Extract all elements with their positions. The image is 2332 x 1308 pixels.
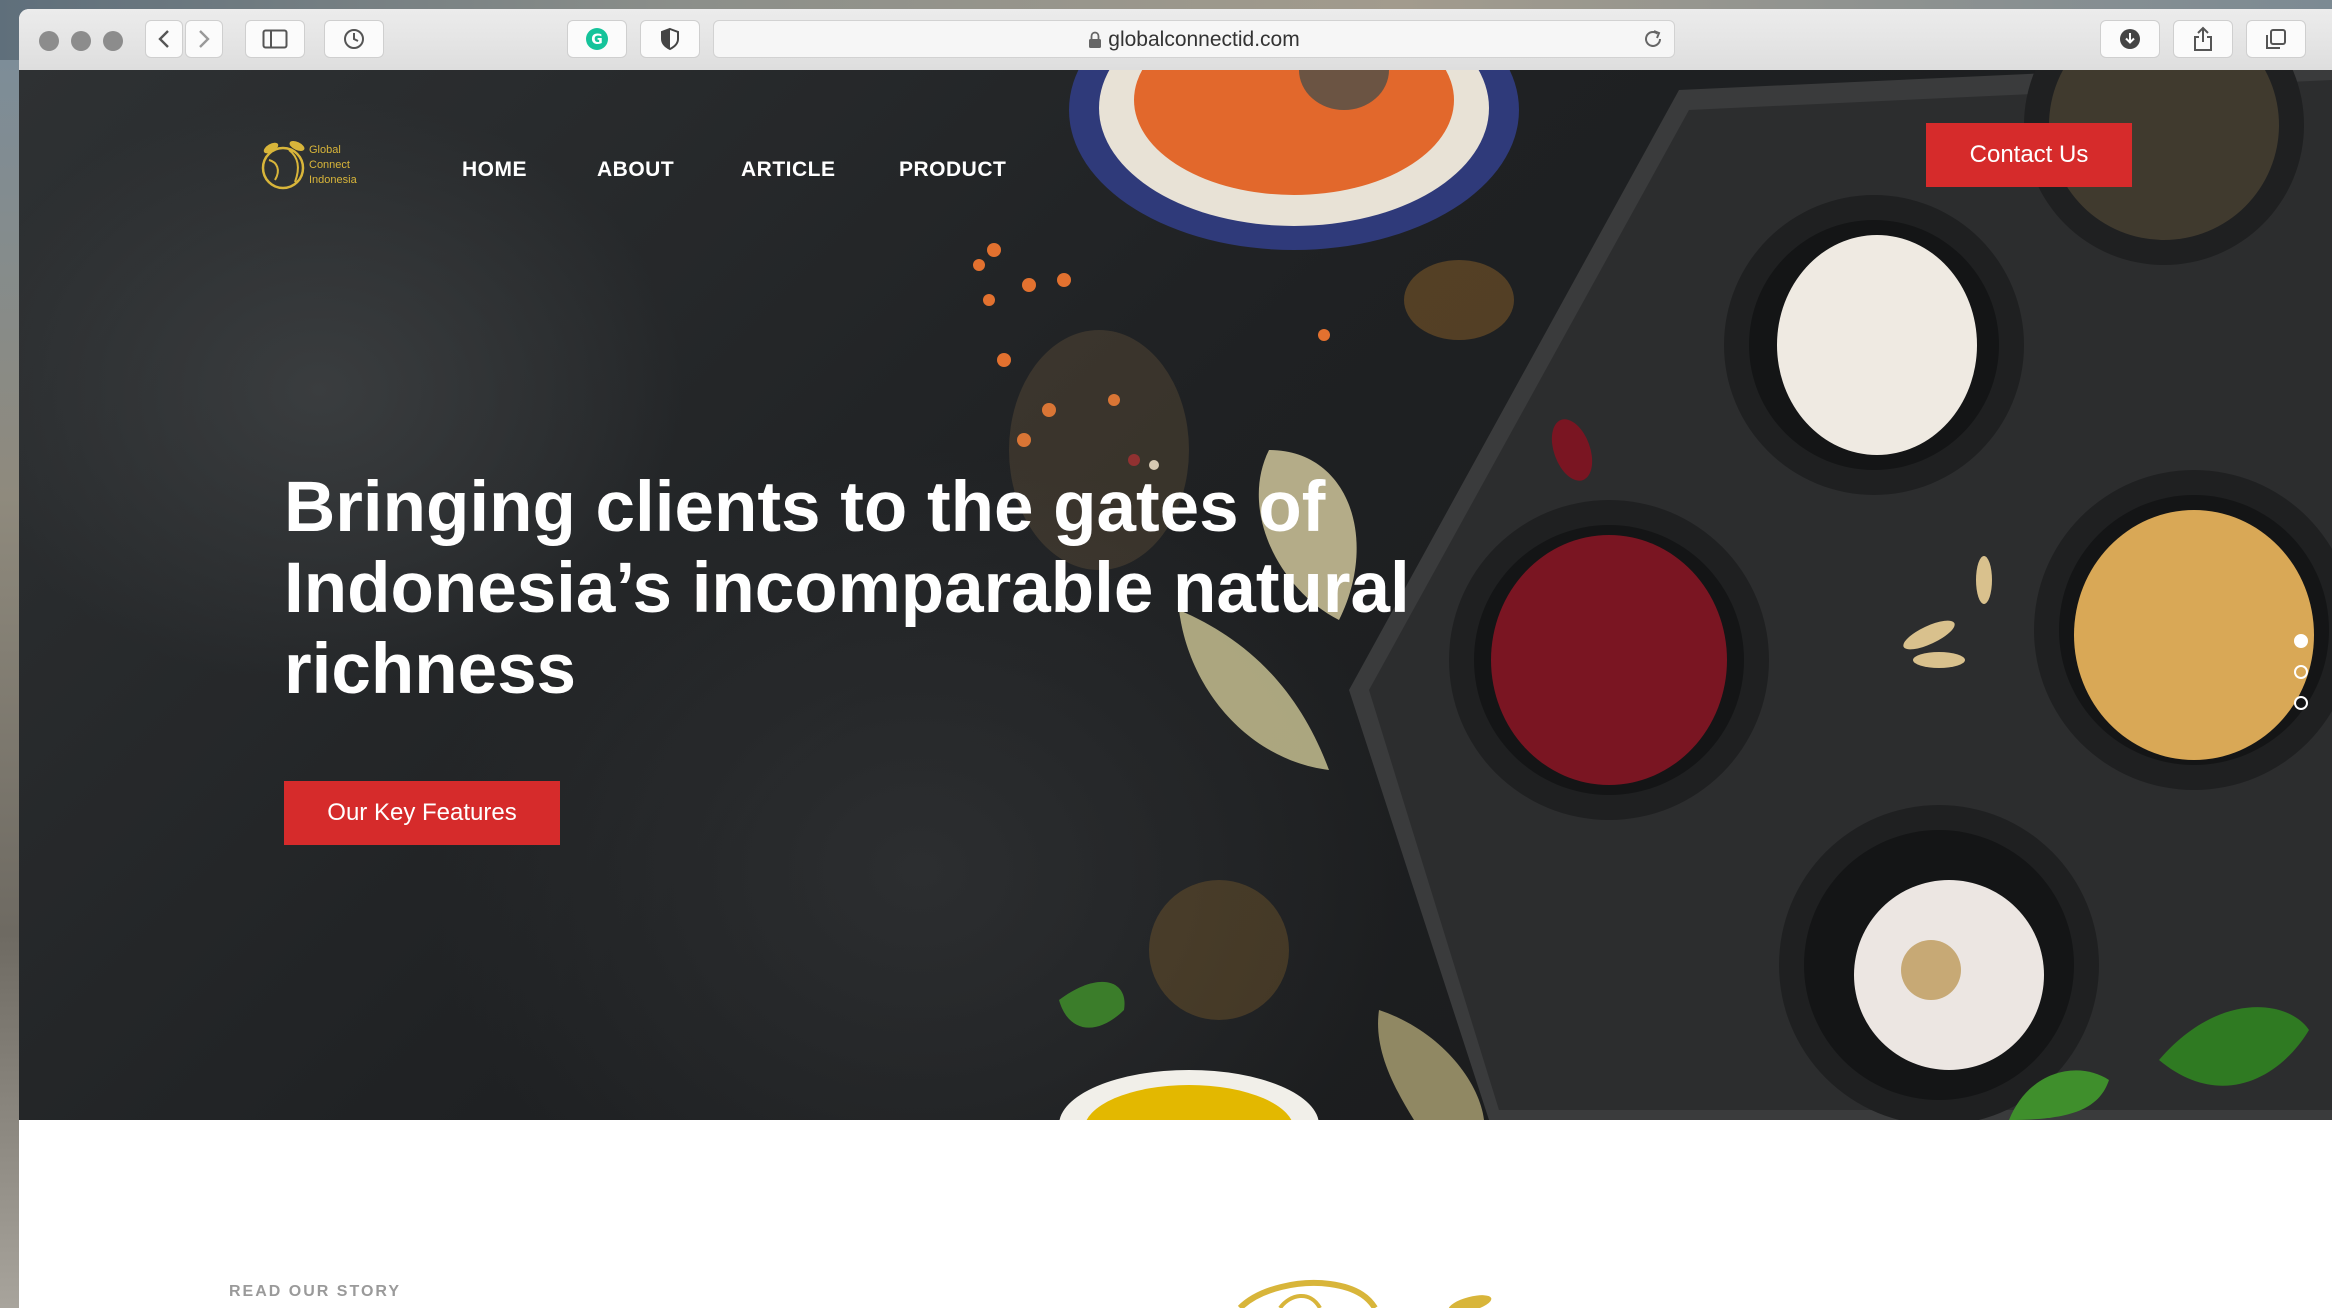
downloads-button[interactable] [2100,20,2160,58]
nav-home[interactable]: HOME [462,156,527,184]
slide-dot-1[interactable] [2294,634,2308,648]
forward-button[interactable] [185,20,223,58]
hero-headline-line: Bringing clients to the gates of [284,468,1326,547]
site-logo[interactable]: Global Connect Indonesia [259,136,389,196]
reload-icon[interactable] [1642,28,1664,50]
download-icon [2120,29,2140,49]
url-text: globalconnectid.com [1108,28,1300,51]
sidebar-button[interactable] [245,20,305,58]
share-button[interactable] [2173,20,2233,58]
shield-icon [661,27,679,51]
history-button[interactable] [324,20,384,58]
back-icon [158,30,169,48]
tabs-icon [2266,29,2286,49]
logo-line-2: Connect [309,159,350,171]
share-icon [2194,26,2212,51]
grammarly-extension-button[interactable]: G [567,20,627,58]
forward-icon [199,30,210,48]
close-window-button[interactable] [39,31,59,51]
nav-product[interactable]: PRODUCT [899,156,1006,184]
nav-about[interactable]: ABOUT [597,156,674,184]
hero-headline-line: richness [284,630,577,709]
hero-headline-line: Indonesia’s incomparable natural [284,549,1410,628]
privacy-report-button[interactable] [640,20,700,58]
nav-article[interactable]: ARTICLE [741,156,836,184]
minimize-window-button[interactable] [71,31,91,51]
browser-window: G globalconnectid.com Global Connect Ind… [19,9,2332,1308]
svg-text:G: G [591,32,603,48]
section-emblem-icon [1237,1280,1492,1308]
read-our-story-label: READ OUR STORY [229,1283,402,1300]
key-features-button[interactable]: Our Key Features [284,781,560,845]
sidebar-icon [262,29,288,49]
back-button[interactable] [145,20,183,58]
logo-line-3: Indonesia [309,174,358,186]
history-icon [344,29,364,49]
browser-toolbar: G globalconnectid.com [19,9,2332,71]
address-bar[interactable]: globalconnectid.com [713,20,1675,58]
slide-dot-3[interactable] [2294,696,2308,710]
logo-emblem-icon [261,141,305,190]
zoom-window-button[interactable] [103,31,123,51]
hero-headline: Bringing clients to the gates of Indones… [284,467,1584,710]
lock-icon [1089,32,1102,49]
logo-line-1: Global [309,144,341,156]
hero-section: Global Connect Indonesia HOME ABOUT ARTI… [19,70,2332,1120]
tab-overview-button[interactable] [2246,20,2306,58]
grammarly-icon: G [586,28,608,50]
desktop-background [0,60,19,1308]
slide-dot-2[interactable] [2294,665,2308,679]
contact-us-button[interactable]: Contact Us [1926,123,2132,187]
